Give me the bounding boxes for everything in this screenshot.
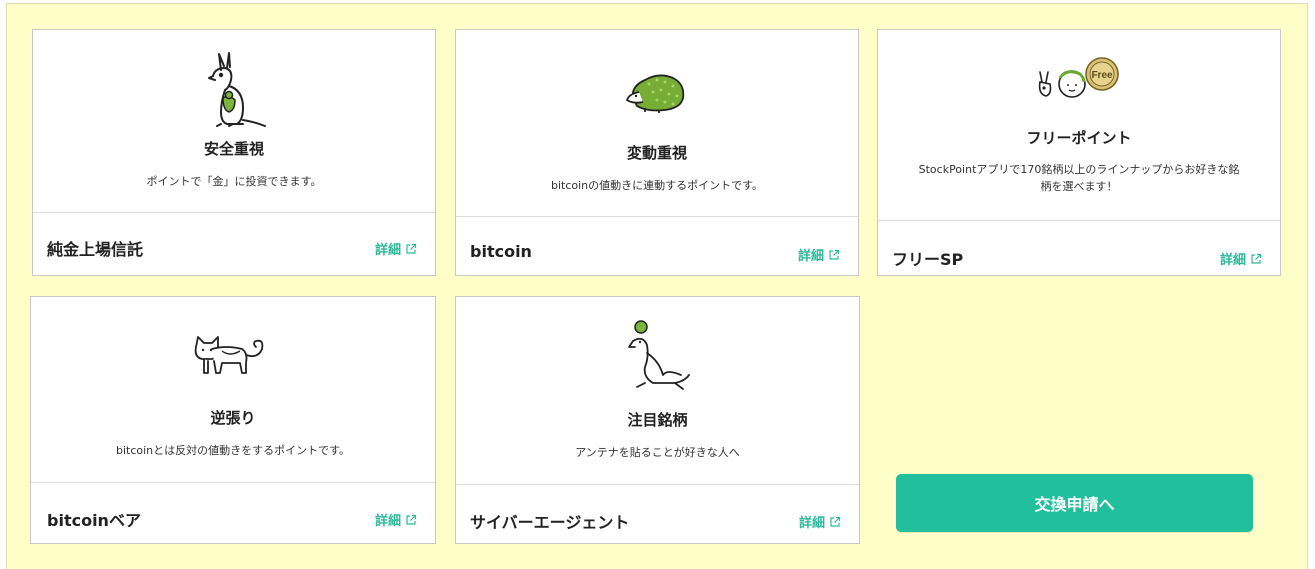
detail-label: 詳細: [797, 249, 824, 264]
card-description: アンテナを貼ることが好きな人へ: [575, 446, 740, 459]
free-coin-icon: Free: [1034, 52, 1124, 108]
seal-icon: [623, 317, 693, 397]
card-description: ポイントで「金」に投資できます。: [146, 175, 322, 188]
card-divider: [33, 212, 435, 213]
card-point-name: 純金上場信託: [47, 240, 144, 259]
external-link-icon: [830, 516, 841, 527]
card-divider: [878, 220, 1280, 221]
card-bitcoin-bear: 逆張り bitcoinとは反対の値動きをするポイントです。 bitcoinベア …: [30, 296, 436, 544]
detail-link[interactable]: 詳細: [1220, 249, 1262, 268]
card-divider: [456, 216, 858, 217]
cat-icon: [192, 335, 274, 383]
card-gold-trust: 安全重視 ポイントで「金」に投資できます。 純金上場信託 詳細: [32, 29, 436, 276]
detail-link[interactable]: 詳細: [798, 245, 840, 264]
card-title: 変動重視: [626, 144, 687, 162]
card-title: フリーポイント: [1026, 129, 1132, 147]
detail-label: 詳細: [1219, 253, 1246, 268]
card-description: bitcoinの値動きに連動するポイントです。: [550, 179, 764, 192]
kangaroo-icon: [199, 50, 269, 134]
card-title: 注目銘柄: [627, 411, 688, 429]
card-point-name: bitcoin: [470, 242, 532, 261]
detail-link[interactable]: 詳細: [375, 239, 417, 258]
card-free-sp: Free フリーポイント StockPointアプリで170銘柄以上のラインナッ…: [877, 29, 1281, 276]
card-description: bitcoinとは反対の値動きをするポイントです。: [115, 444, 351, 457]
detail-link[interactable]: 詳細: [375, 510, 417, 529]
detail-label: 詳細: [374, 514, 401, 529]
card-title: 安全重視: [203, 140, 264, 158]
card-divider: [456, 484, 859, 485]
card-title: 逆張り: [210, 409, 256, 427]
external-link-icon: [1251, 253, 1262, 264]
card-point-name: bitcoinベア: [47, 511, 141, 530]
external-link-icon: [829, 249, 840, 260]
exchange-request-button[interactable]: 交換申請へ: [896, 474, 1253, 532]
card-description: StockPointアプリで170銘柄以上のラインナップからお好きな銘柄を選べま…: [918, 163, 1240, 193]
external-link-icon: [406, 243, 417, 254]
card-bitcoin: 変動重視 bitcoinの値動きに連動するポイントです。 bitcoin 詳細: [455, 29, 859, 276]
hedgehog-icon: [625, 68, 689, 118]
detail-label: 詳細: [798, 516, 825, 531]
card-divider: [31, 482, 435, 483]
external-link-icon: [406, 514, 417, 525]
card-point-name: サイバーエージェント: [470, 513, 630, 532]
free-badge-text: Free: [1091, 70, 1113, 81]
detail-link[interactable]: 詳細: [799, 512, 841, 531]
card-point-name: フリーSP: [892, 250, 964, 269]
card-cyberagent: 注目銘柄 アンテナを貼ることが好きな人へ サイバーエージェント 詳細: [455, 296, 860, 544]
detail-label: 詳細: [374, 243, 401, 258]
